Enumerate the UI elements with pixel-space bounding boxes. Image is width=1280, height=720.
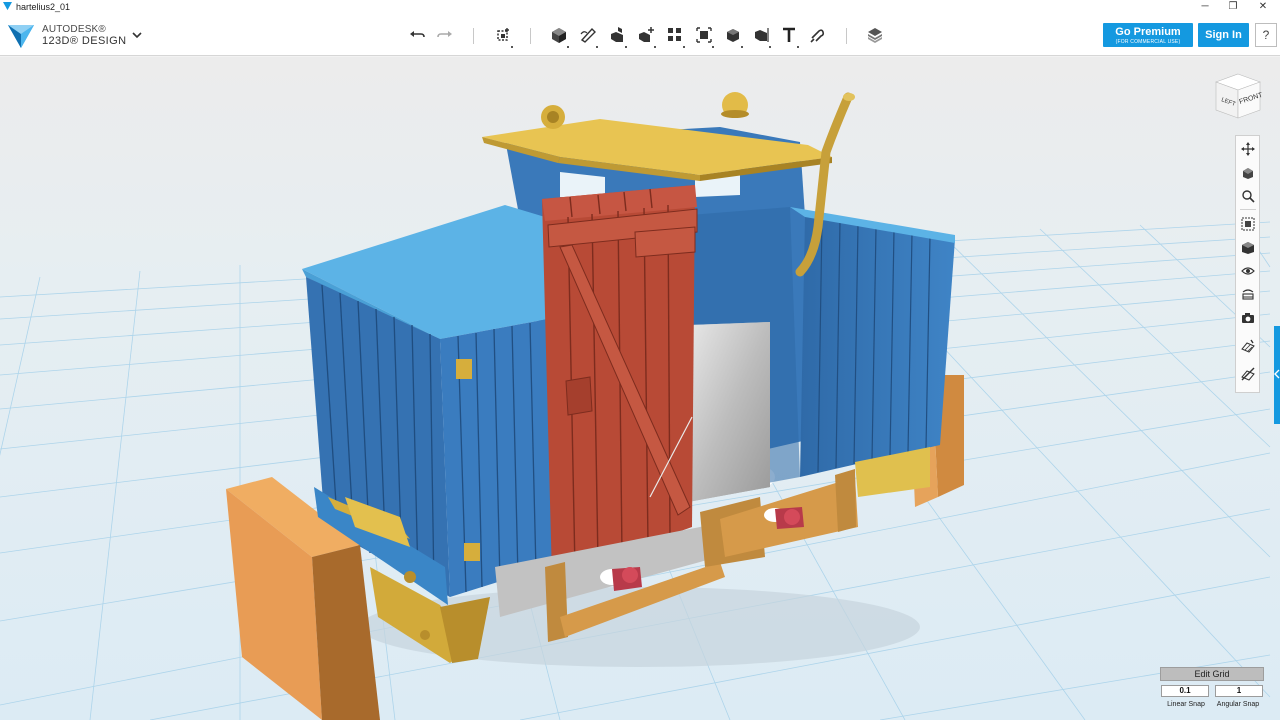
engine-front-face — [688, 322, 770, 502]
primitives-button[interactable] — [546, 22, 572, 48]
undo-icon — [410, 31, 425, 38]
hood-latch-lower — [464, 543, 480, 561]
go-premium-button[interactable]: Go Premium (FOR COMMERCIAL USE) — [1103, 23, 1193, 47]
screenshot-icon — [1242, 313, 1254, 323]
pattern-button[interactable] — [662, 22, 688, 48]
pan-icon — [1241, 142, 1255, 156]
edit-grid-button[interactable]: Edit Grid — [1160, 667, 1264, 681]
sketch-button[interactable] — [575, 22, 601, 48]
hide-grid-icon — [1241, 367, 1255, 381]
cab-door — [542, 185, 698, 577]
brand-line-2: 123D® DESIGN — [42, 35, 127, 47]
title-bar: hartelius2_01 ─ ❐ ✕ — [0, 0, 1280, 14]
grid-toggle-button[interactable] — [1238, 336, 1258, 356]
hood-latch — [456, 359, 472, 379]
visibility-button[interactable] — [1238, 261, 1258, 281]
grouping-icon — [696, 27, 712, 43]
text-icon — [783, 27, 795, 42]
go-premium-label: Go Premium — [1115, 26, 1181, 38]
main-toolbar: AUTODESK® 123D® DESIGN Go Premium (FOR C… — [0, 14, 1280, 56]
visibility-icon — [1241, 267, 1255, 275]
app-logo-icon[interactable] — [6, 22, 36, 50]
materials-visibility-button[interactable] — [1238, 284, 1258, 304]
transform-icon — [497, 28, 509, 41]
snap-button[interactable] — [804, 22, 830, 48]
view-cube[interactable]: LEFT FRONT — [1212, 70, 1264, 122]
primitives-icon — [552, 28, 566, 43]
orbit-button[interactable] — [1238, 163, 1258, 183]
transform-button[interactable] — [490, 22, 516, 48]
scene-3d[interactable] — [0, 57, 1280, 720]
zoom-icon — [1242, 190, 1255, 203]
chevron-left-icon[interactable] — [1274, 368, 1280, 380]
minimize-button[interactable]: ─ — [1190, 0, 1220, 14]
maximize-button[interactable]: ❐ — [1218, 0, 1248, 14]
app-icon — [3, 2, 12, 11]
pan-button[interactable] — [1238, 139, 1258, 159]
exhaust-cap — [843, 93, 855, 101]
fit-icon — [1241, 217, 1255, 231]
go-premium-sublabel: (FOR COMMERCIAL USE) — [1115, 39, 1181, 45]
combine-icon — [727, 29, 739, 42]
angular-snap-label: Angular Snap — [1216, 701, 1260, 708]
material-icon — [868, 28, 882, 43]
material-button[interactable] — [862, 22, 888, 48]
window-title: hartelius2_01 — [16, 2, 71, 12]
navigation-bar — [1235, 135, 1260, 393]
snap-icon — [810, 29, 825, 43]
construct-button[interactable] — [604, 22, 630, 48]
hide-grid-button[interactable] — [1238, 364, 1258, 384]
toolbar-separator — [530, 28, 531, 44]
combine-button[interactable] — [720, 22, 746, 48]
brand-name: AUTODESK® 123D® DESIGN — [42, 24, 126, 48]
orbit-icon — [1243, 168, 1253, 179]
view-mode-icon — [1242, 242, 1254, 254]
zoom-button[interactable] — [1238, 186, 1258, 206]
modify-button[interactable] — [633, 22, 659, 48]
grid-toggle-icon — [1241, 339, 1255, 353]
undo-button[interactable] — [404, 22, 430, 48]
angular-snap-input[interactable]: 1 — [1215, 685, 1263, 697]
measure-icon — [755, 28, 769, 42]
construct-icon — [611, 27, 623, 42]
edit-grid-panel: Edit Grid 0.1 1 Linear Snap Angular Snap — [1160, 667, 1264, 717]
app-menu-chevron-down-icon[interactable] — [130, 28, 144, 42]
modify-icon — [639, 27, 654, 42]
redo-button[interactable] — [432, 22, 458, 48]
screenshot-button[interactable] — [1238, 308, 1258, 328]
measure-button[interactable] — [748, 22, 774, 48]
linear-snap-input[interactable]: 0.1 — [1161, 685, 1209, 697]
sketch-icon — [580, 27, 596, 43]
sign-in-button[interactable]: Sign In — [1198, 23, 1249, 47]
materials-visibility-icon — [1242, 289, 1254, 300]
toolbar-separator — [473, 28, 474, 44]
text-button[interactable] — [776, 22, 802, 48]
redo-icon — [437, 31, 452, 38]
canvas-viewport[interactable]: LEFT FRONT Edit Grid 0.1 1 Linear Snap A… — [0, 57, 1280, 720]
toolbar-separator — [846, 28, 847, 44]
grouping-button[interactable] — [691, 22, 717, 48]
view-mode-button[interactable] — [1238, 238, 1258, 258]
brand-line-1: AUTODESK® — [42, 24, 106, 35]
fit-button[interactable] — [1238, 214, 1258, 234]
close-button[interactable]: ✕ — [1248, 0, 1278, 14]
nav-separator — [1240, 209, 1256, 210]
linear-snap-label: Linear Snap — [1167, 701, 1205, 708]
pattern-icon — [668, 28, 681, 41]
help-button[interactable]: ? — [1255, 23, 1277, 47]
